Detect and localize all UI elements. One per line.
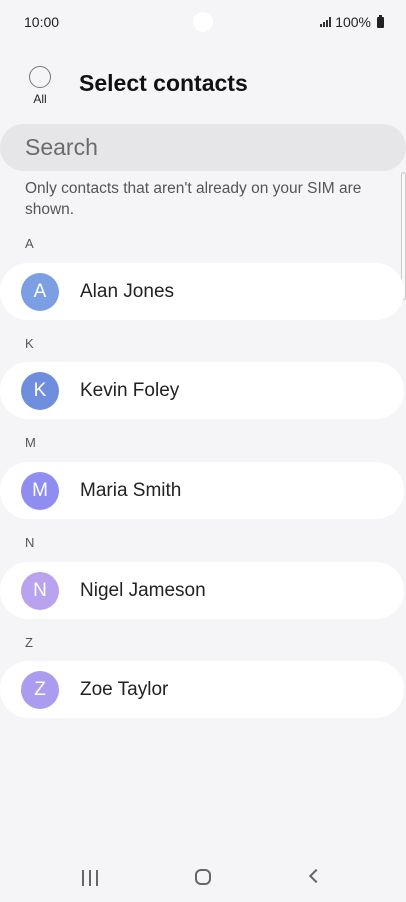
contact-row-kevin-foley[interactable]: K Kevin Foley <box>0 362 404 419</box>
header: All Select contacts <box>0 60 406 116</box>
section-letter-a: A <box>25 236 34 251</box>
status-indicators: 100% <box>320 14 384 30</box>
contact-row-maria-smith[interactable]: M Maria Smith <box>0 462 404 519</box>
avatar: M <box>21 471 59 510</box>
section-letter-n: N <box>25 535 35 550</box>
contact-name: Maria Smith <box>80 479 182 501</box>
back-icon[interactable] <box>308 868 324 884</box>
home-icon[interactable] <box>195 869 211 885</box>
select-all-label: All <box>33 92 47 106</box>
contact-row-alan-jones[interactable]: A Alan Jones <box>0 263 404 320</box>
page-title: Select contacts <box>79 70 248 96</box>
avatar: K <box>21 371 59 410</box>
search-input[interactable]: Search <box>0 124 406 171</box>
avatar: N <box>21 571 59 610</box>
signal-icon <box>320 17 332 27</box>
avatar: A <box>21 272 59 311</box>
section-letter-z: Z <box>25 635 33 650</box>
search-placeholder: Search <box>25 134 98 160</box>
section-letter-m: M <box>25 435 36 450</box>
info-text: Only contacts that aren't already on you… <box>25 180 362 218</box>
contact-name: Zoe Taylor <box>80 678 169 700</box>
battery-icon <box>377 14 384 28</box>
contact-row-zoe-taylor[interactable]: Z Zoe Taylor <box>0 661 404 718</box>
contact-name: Nigel Jameson <box>80 579 206 601</box>
status-time: 10:00 <box>24 14 60 30</box>
select-all-toggle[interactable]: All <box>26 66 54 106</box>
navigation-bar <box>0 856 406 902</box>
avatar: Z <box>21 670 59 709</box>
section-letter-k: K <box>25 336 34 351</box>
select-all-checkbox[interactable] <box>29 66 51 88</box>
recents-icon[interactable] <box>82 870 98 886</box>
contact-name: Alan Jones <box>80 280 175 302</box>
contact-row-nigel-jameson[interactable]: N Nigel Jameson <box>0 562 404 619</box>
contact-name: Kevin Foley <box>80 379 180 401</box>
battery-percent: 100% <box>335 14 371 30</box>
camera-cutout <box>193 12 213 32</box>
